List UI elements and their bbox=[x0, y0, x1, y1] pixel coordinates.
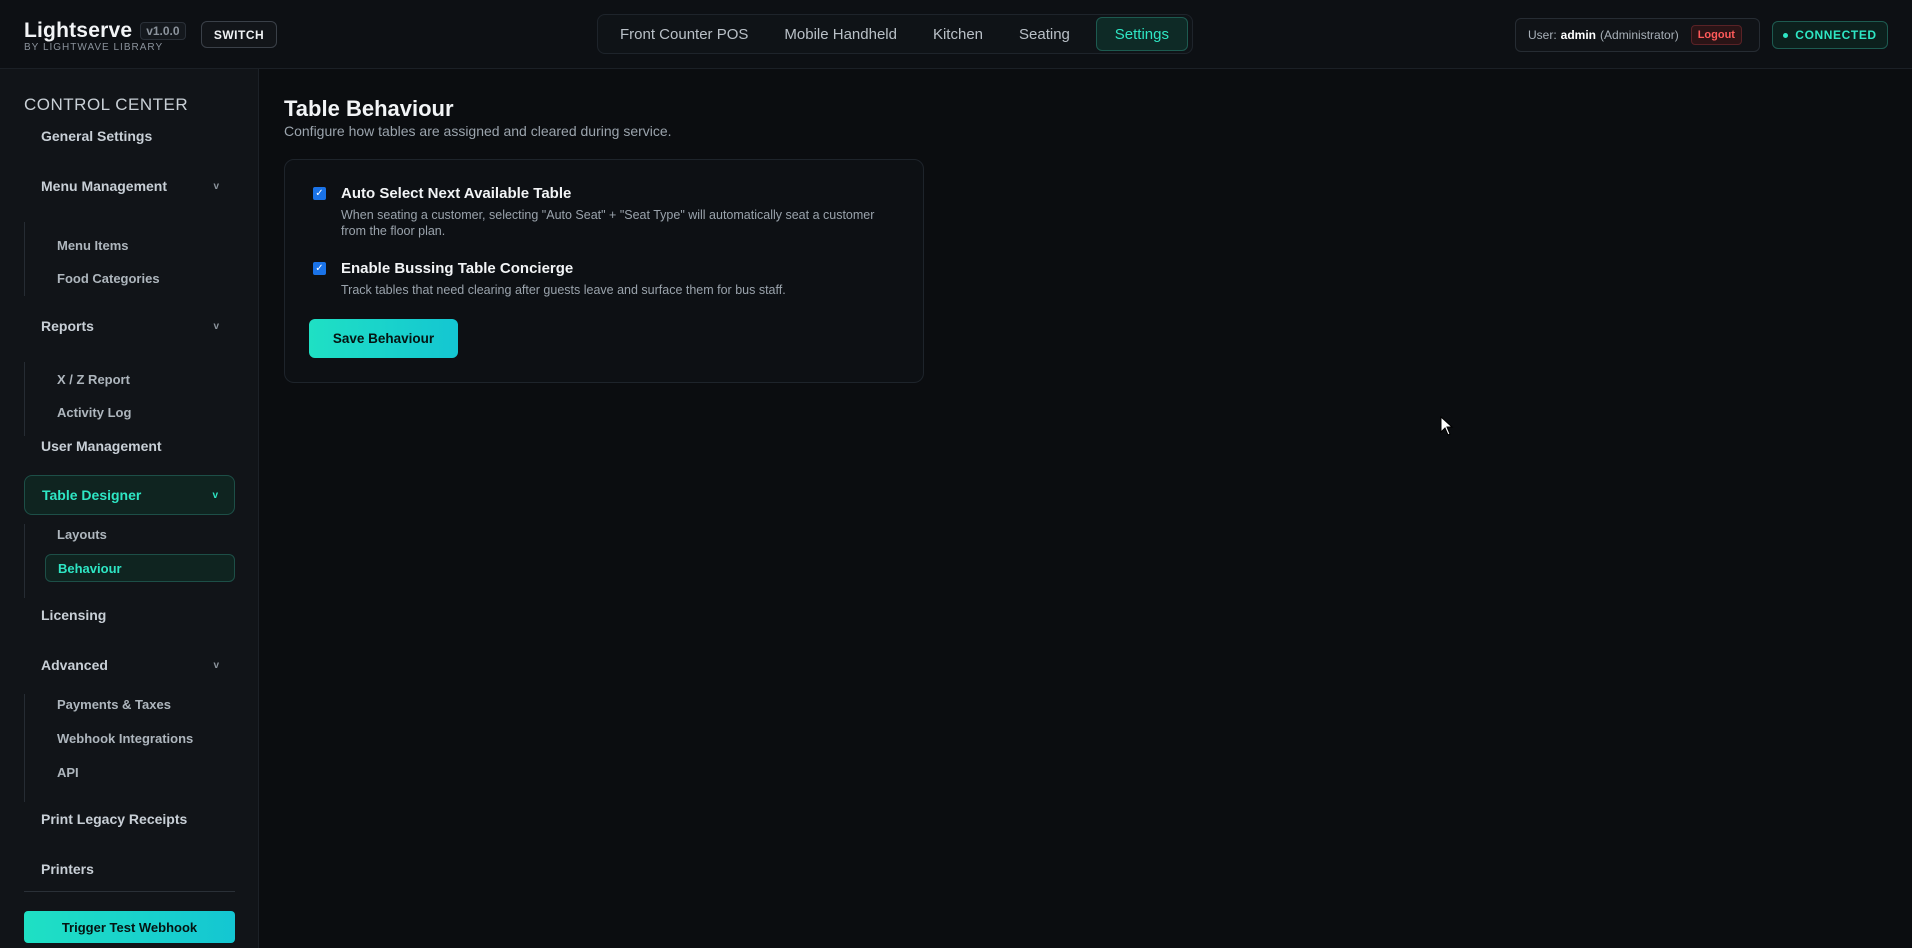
sidebar-item-label: Licensing bbox=[41, 607, 107, 623]
bussing-concierge-checkbox[interactable]: ✓ bbox=[313, 262, 326, 275]
sidebar-item-activity-log[interactable]: Activity Log bbox=[45, 398, 235, 426]
brand: Lightserve v1.0.0 BY LIGHTWAVE LIBRARY bbox=[24, 19, 186, 53]
checkmark-icon: ✓ bbox=[315, 262, 324, 274]
sidebar: CONTROL CENTER General Settings Menu Man… bbox=[0, 69, 259, 948]
page-subtitle: Configure how tables are assigned and cl… bbox=[284, 123, 672, 139]
logout-button[interactable]: Logout bbox=[1690, 25, 1742, 45]
tab-front-counter-pos[interactable]: Front Counter POS bbox=[602, 17, 766, 51]
chevron-down-icon: v bbox=[213, 659, 219, 671]
sidebar-item-printers[interactable]: Printers bbox=[24, 849, 235, 889]
sidebar-item-reports[interactable]: Reports v bbox=[24, 306, 235, 346]
sidebar-item-food-categories[interactable]: Food Categories bbox=[45, 264, 235, 292]
sidebar-item-api[interactable]: API bbox=[45, 758, 235, 786]
submenu-line bbox=[24, 222, 25, 296]
connection-status-label: CONNECTED bbox=[1795, 28, 1877, 42]
tab-seating[interactable]: Seating bbox=[1001, 17, 1088, 51]
option-description: Track tables that need clearing after gu… bbox=[341, 283, 786, 297]
option-description: When seating a customer, selecting "Auto… bbox=[341, 208, 875, 238]
sidebar-item-label: Print Legacy Receipts bbox=[41, 811, 188, 827]
chevron-down-icon: v bbox=[213, 180, 219, 192]
option-title: Enable Bussing Table Concierge bbox=[341, 260, 574, 277]
tab-settings[interactable]: Settings bbox=[1095, 17, 1188, 51]
sidebar-divider bbox=[24, 891, 235, 892]
sidebar-item-menu-items[interactable]: Menu Items bbox=[45, 231, 235, 259]
sidebar-item-xz-report[interactable]: X / Z Report bbox=[45, 365, 235, 393]
sidebar-item-label: Advanced bbox=[41, 657, 108, 673]
submenu-line bbox=[24, 362, 25, 436]
connection-status-badge: CONNECTED bbox=[1772, 21, 1888, 49]
checkmark-icon: ✓ bbox=[315, 187, 324, 199]
version-badge: v1.0.0 bbox=[140, 22, 186, 40]
user-role: (Administrator) bbox=[1600, 28, 1679, 42]
tab-mobile-handheld[interactable]: Mobile Handheld bbox=[766, 17, 915, 51]
sidebar-item-label: User Management bbox=[41, 438, 162, 454]
auto-select-checkbox[interactable]: ✓ bbox=[313, 187, 326, 200]
sidebar-item-label: Reports bbox=[41, 318, 94, 334]
sidebar-item-payments-taxes[interactable]: Payments & Taxes bbox=[45, 690, 235, 718]
user-prefix: User: bbox=[1528, 28, 1557, 42]
sidebar-item-advanced[interactable]: Advanced v bbox=[24, 645, 235, 685]
submenu-line bbox=[24, 524, 25, 598]
chevron-down-icon: v bbox=[212, 489, 218, 501]
sidebar-item-webhook-integrations[interactable]: Webhook Integrations bbox=[45, 724, 235, 752]
tab-kitchen[interactable]: Kitchen bbox=[915, 17, 1001, 51]
behaviour-settings-card: ✓ Auto Select Next Available Table When … bbox=[284, 159, 924, 383]
sidebar-item-label: Menu Management bbox=[41, 178, 168, 194]
sidebar-item-label: Table Designer bbox=[42, 487, 142, 503]
chevron-down-icon: v bbox=[213, 320, 219, 332]
sidebar-item-label: Printers bbox=[41, 861, 94, 877]
sidebar-item-behaviour[interactable]: Behaviour bbox=[45, 554, 235, 582]
sidebar-item-general-settings[interactable]: General Settings bbox=[24, 116, 235, 156]
sidebar-item-table-designer[interactable]: Table Designer v bbox=[24, 475, 235, 515]
sidebar-item-licensing[interactable]: Licensing bbox=[24, 595, 235, 635]
mouse-cursor-icon bbox=[1440, 416, 1454, 436]
status-dot-icon bbox=[1783, 32, 1789, 38]
switch-button[interactable]: SWITCH bbox=[201, 21, 277, 48]
user-info: User: admin (Administrator) Logout bbox=[1515, 18, 1760, 52]
sidebar-item-print-legacy-receipts[interactable]: Print Legacy Receipts bbox=[24, 799, 235, 839]
submenu-line bbox=[24, 694, 25, 802]
main-nav-tabs: Front Counter POS Mobile Handheld Kitche… bbox=[597, 14, 1193, 54]
top-bar: Lightserve v1.0.0 BY LIGHTWAVE LIBRARY S… bbox=[0, 0, 1912, 69]
page-title: Table Behaviour bbox=[284, 96, 454, 121]
sidebar-title: CONTROL CENTER bbox=[24, 95, 189, 114]
option-title: Auto Select Next Available Table bbox=[341, 185, 572, 202]
trigger-test-webhook-button[interactable]: Trigger Test Webhook bbox=[24, 911, 235, 943]
brand-name: Lightserve bbox=[24, 19, 133, 42]
brand-subtitle: BY LIGHTWAVE LIBRARY bbox=[24, 42, 164, 53]
sidebar-item-user-management[interactable]: User Management bbox=[24, 426, 235, 466]
user-name: admin bbox=[1560, 28, 1597, 42]
sidebar-item-label: General Settings bbox=[41, 128, 153, 144]
sidebar-item-menu-management[interactable]: Menu Management v bbox=[24, 166, 235, 206]
save-behaviour-button[interactable]: Save Behaviour bbox=[309, 319, 458, 358]
sidebar-item-layouts[interactable]: Layouts bbox=[45, 520, 235, 548]
